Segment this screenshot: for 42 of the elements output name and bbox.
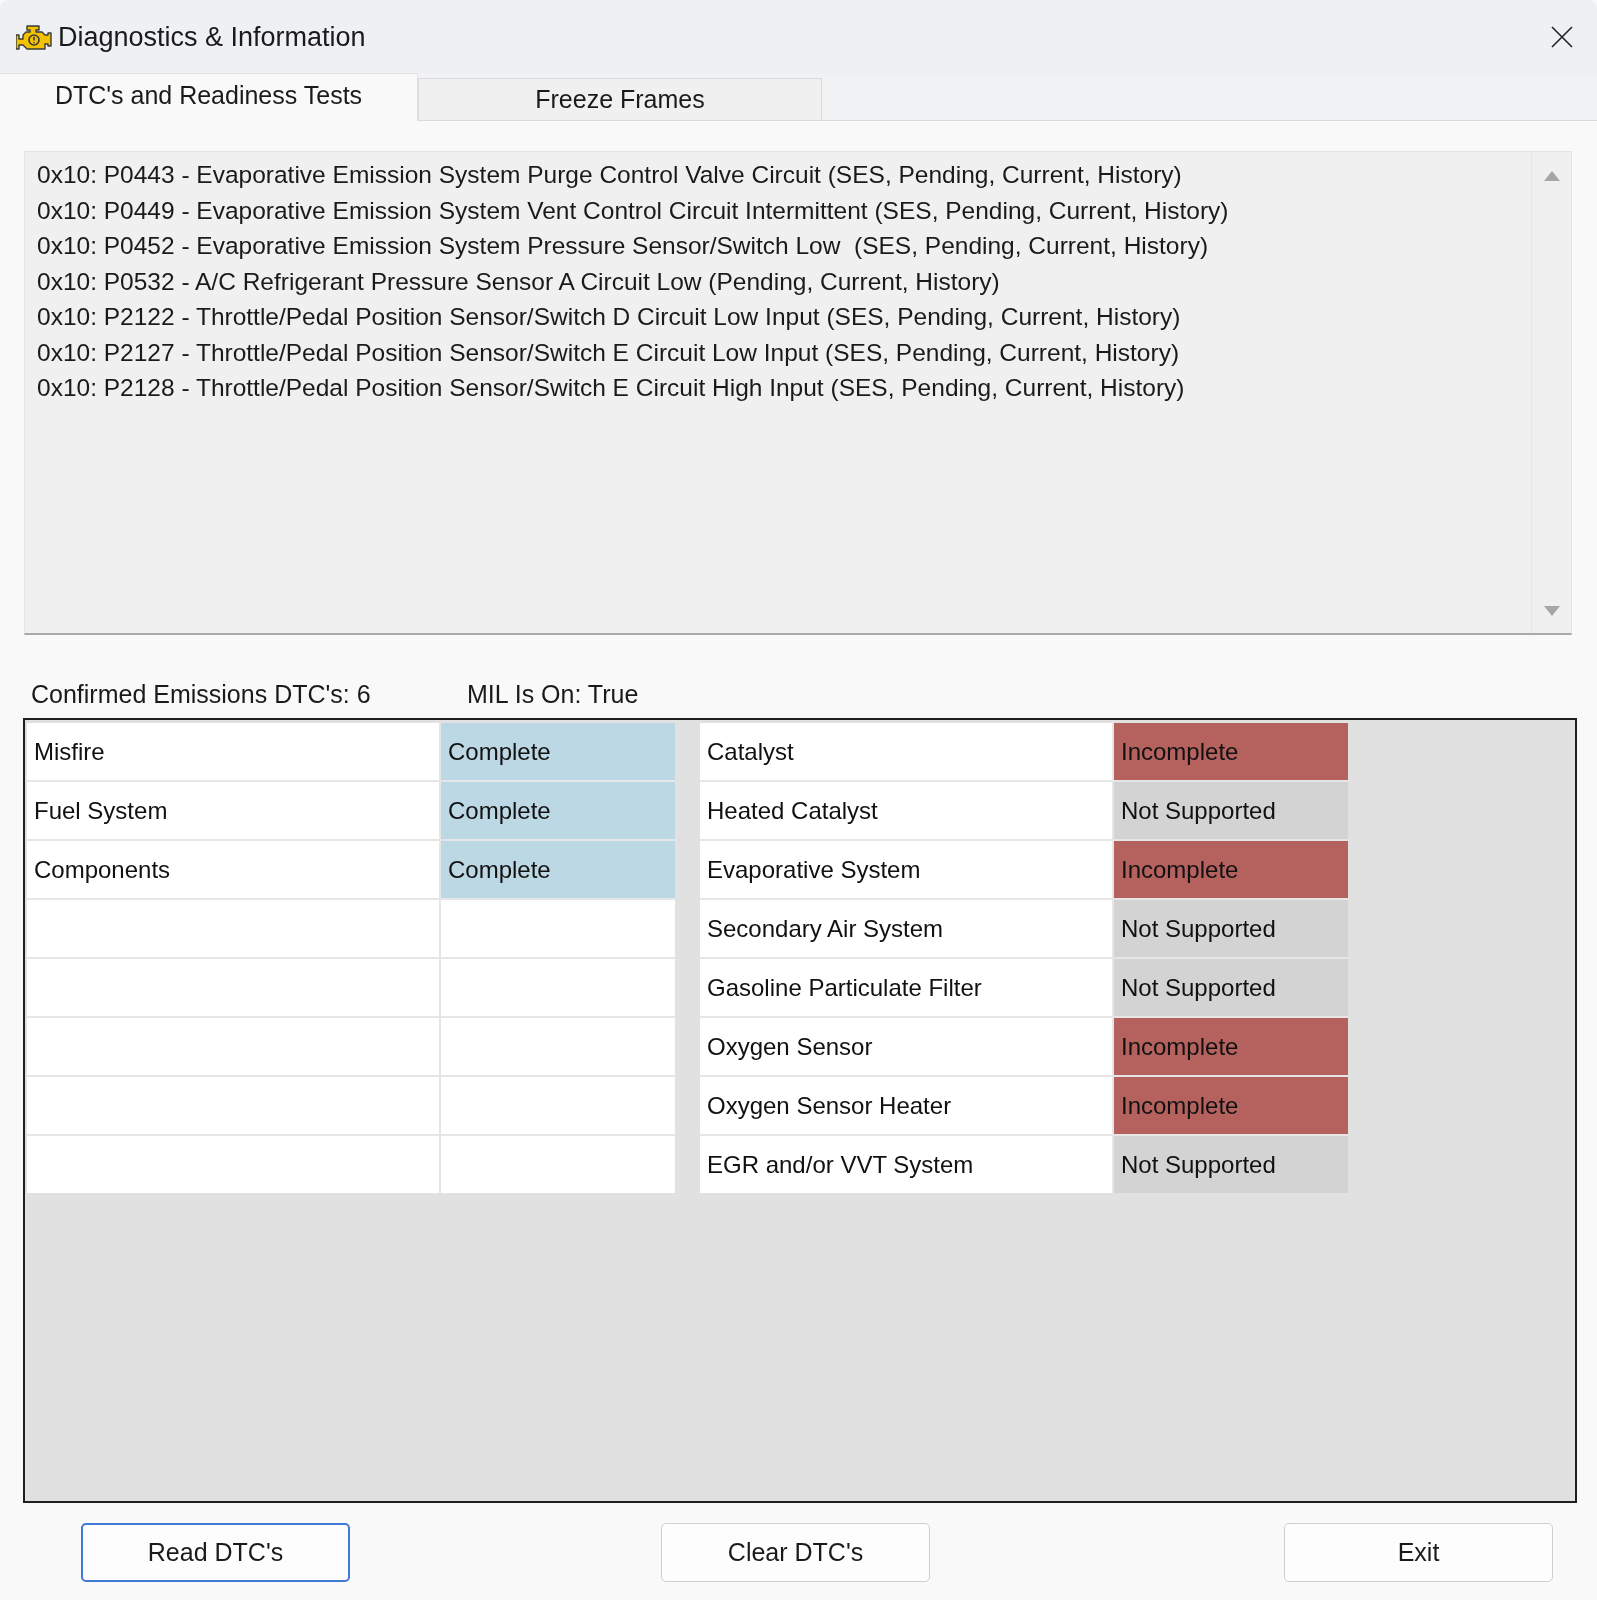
dtc-list-item[interactable]: 0x10: P0452 - Evaporative Emission System Pressure Sensor/Switch Low (SES, Pending, Current, History) — [37, 228, 1531, 264]
monitor-status-cell: Incomplete — [1114, 1018, 1348, 1075]
monitor-status-cell: Not Supported — [1114, 782, 1348, 839]
tab[interactable]: DTC's and Readiness Tests — [0, 73, 418, 121]
monitor-name-cell: Oxygen Sensor — [700, 1018, 1112, 1075]
dtc-list-item[interactable]: 0x10: P2127 - Throttle/Pedal Position Sensor/Switch E Circuit Low Input (SES, Pending, Current, History) — [37, 334, 1531, 370]
monitor-status-cell: Not Supported — [1114, 959, 1348, 1016]
monitor-name-cell: Gasoline Particulate Filter — [700, 959, 1112, 1016]
monitor-status-cell: Complete — [441, 782, 675, 839]
dialog-button[interactable]: Exit — [1284, 1523, 1553, 1582]
dtc-list-item[interactable]: 0x10: P2122 - Throttle/Pedal Position Sensor/Switch D Circuit Low Input (SES, Pending, Current, History) — [37, 299, 1531, 335]
tab[interactable]: Freeze Frames — [418, 78, 822, 120]
monitor-status-cell: Incomplete — [1114, 841, 1348, 898]
monitor-name-cell: Oxygen Sensor Heater — [700, 1077, 1112, 1134]
dtc-list-item[interactable]: 0x10: P2128 - Throttle/Pedal Position Sensor/Switch E Circuit High Input (SES, Pending, Current, History) — [37, 370, 1531, 406]
monitor-name-cell: Evaporative System — [700, 841, 1112, 898]
confirmed-dtc-count: Confirmed Emissions DTC's: 6 — [31, 679, 371, 710]
dtc-list-item[interactable]: 0x10: P0449 - Evaporative Emission System Vent Control Circuit Intermittent (SES, Pending, Current, History) — [37, 192, 1531, 228]
window-title: Diagnostics & Information — [58, 21, 366, 53]
monitor-status-cell: Complete — [441, 841, 675, 898]
monitor-name-cell: Fuel System — [27, 782, 439, 839]
monitor-name-cell: Heated Catalyst — [700, 782, 1112, 839]
dialog-button[interactable]: Clear DTC's — [661, 1523, 930, 1582]
monitor-name-cell: EGR and/or VVT System — [700, 1136, 1112, 1193]
monitor-status-cell: Not Supported — [1114, 900, 1348, 957]
scroll-up-icon[interactable] — [1543, 171, 1560, 181]
mil-status: MIL Is On: True — [467, 679, 639, 710]
dtc-list-item[interactable]: 0x10: P0532 - A/C Refrigerant Pressure Sensor A Circuit Low (Pending, Current, History) — [37, 263, 1531, 299]
dialog-button[interactable]: Read DTC's — [81, 1523, 350, 1582]
dtc-listbox[interactable] — [24, 151, 1572, 635]
monitor-status-cell: Complete — [441, 723, 675, 780]
close-icon[interactable] — [1551, 26, 1573, 48]
monitor-name-cell: Catalyst — [700, 723, 1112, 780]
monitor-name-cell: Misfire — [27, 723, 439, 780]
dtc-list-item[interactable]: 0x10: P0443 - Evaporative Emission System Purge Control Valve Circuit (SES, Pending, Current, History) — [37, 157, 1531, 193]
monitor-name-cell: Components — [27, 841, 439, 898]
engine-icon — [16, 23, 52, 51]
monitor-status-cell: Not Supported — [1114, 1136, 1348, 1193]
scroll-down-icon[interactable] — [1543, 606, 1560, 616]
monitor-status-cell: Incomplete — [1114, 723, 1348, 780]
monitor-name-cell: Secondary Air System — [700, 900, 1112, 957]
monitor-status-cell: Incomplete — [1114, 1077, 1348, 1134]
